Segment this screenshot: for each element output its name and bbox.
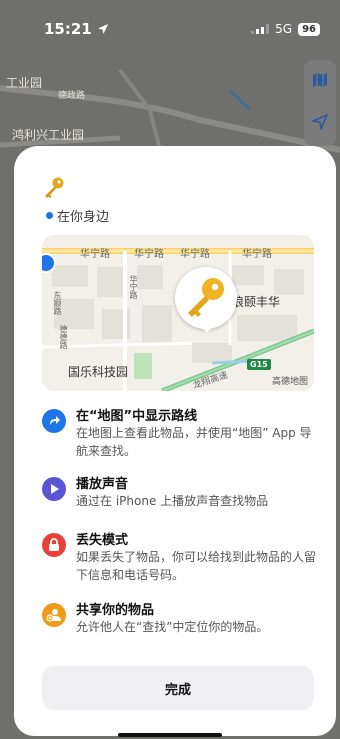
signal-icon: [251, 24, 270, 34]
action-desc: 如果丢失了物品，你可以给找到此物品的人留下信息和电话号码。: [76, 550, 317, 582]
pin-tail: [200, 325, 214, 333]
location-arrow-icon: [97, 24, 108, 34]
action-share-item[interactable]: 共享你的物品 允许他人在“查找”中定位你的物品。: [42, 599, 314, 667]
action-desc: 在地图上查看此物品，并使用“地图” App 导航来查找。: [76, 426, 312, 458]
bg-label-3: 鸿利兴工业园: [12, 128, 85, 142]
nearby-dot-icon: [46, 212, 53, 219]
directions-icon: [42, 409, 66, 433]
share-people-icon: [42, 603, 66, 627]
home-indicator[interactable]: [118, 733, 222, 737]
map-road-label: 华宁路: [129, 275, 138, 299]
action-lost-mode[interactable]: 丢失模式 如果丢失了物品，你可以给找到此物品的人留下信息和电话号码。: [42, 529, 316, 599]
nearby-text: 在你身边: [57, 210, 110, 225]
bg-label-1: 工业园: [6, 76, 43, 90]
action-title: 丢失模式: [76, 533, 129, 548]
done-button[interactable]: 完成: [42, 666, 314, 710]
action-list: 在“地图”中显示路线 在地图上查看此物品，并使用“地图” App 导航来查找。 …: [42, 405, 316, 667]
map-area-label: 国乐科技园: [68, 365, 129, 379]
key-icon: [188, 278, 224, 317]
status-indicators: 5G 96: [251, 22, 320, 36]
action-play-sound[interactable]: 播放声音 通过在 iPhone 上播放声音查找物品: [42, 473, 314, 529]
map-controls: [304, 60, 336, 146]
map-road-label: 华宁路: [134, 249, 164, 260]
map-road-label: 华宁路: [80, 249, 110, 260]
network-label: 5G: [275, 22, 293, 36]
status-time: 15:21: [44, 20, 109, 38]
key-icon: [45, 177, 64, 198]
bg-label-2: 德政路: [58, 91, 86, 101]
action-title: 在“地图”中显示路线: [76, 409, 198, 424]
map-road-label: 东顺路: [53, 291, 62, 315]
nearby-status: 在你身边: [46, 206, 109, 225]
item-location-pin[interactable]: [175, 267, 237, 329]
action-title: 播放声音: [76, 477, 129, 492]
action-desc: 通过在 iPhone 上播放声音查找物品: [76, 494, 269, 508]
item-sheet: 在你身边 华宁路 华宁路 华宁路 华宁路 华宁路 东顺路 德德路 大浪颐丰华 国…: [14, 146, 336, 736]
map-mode-icon[interactable]: [312, 72, 328, 88]
action-title: 共享你的物品: [76, 603, 155, 618]
map-road-label: 华宁路: [180, 249, 210, 260]
status-bar: 15:21 5G 96: [0, 0, 340, 60]
action-desc: 允许他人在“查找”中定位你的物品。: [76, 620, 269, 634]
locate-me-icon[interactable]: [312, 114, 328, 130]
highway-badge: G15: [247, 359, 271, 370]
action-directions[interactable]: 在“地图”中显示路线 在地图上查看此物品，并使用“地图” App 导航来查找。: [42, 405, 314, 473]
mini-map[interactable]: 华宁路 华宁路 华宁路 华宁路 华宁路 东顺路 德德路 大浪颐丰华 国乐科技园 …: [42, 235, 314, 391]
map-legal[interactable]: 高德地图: [272, 374, 308, 387]
lock-icon: [42, 533, 66, 557]
play-sound-icon: [42, 477, 66, 501]
battery-icon: 96: [298, 22, 320, 36]
map-road-label: 德德路: [59, 325, 68, 349]
map-road-label: 华宁路: [242, 249, 272, 260]
